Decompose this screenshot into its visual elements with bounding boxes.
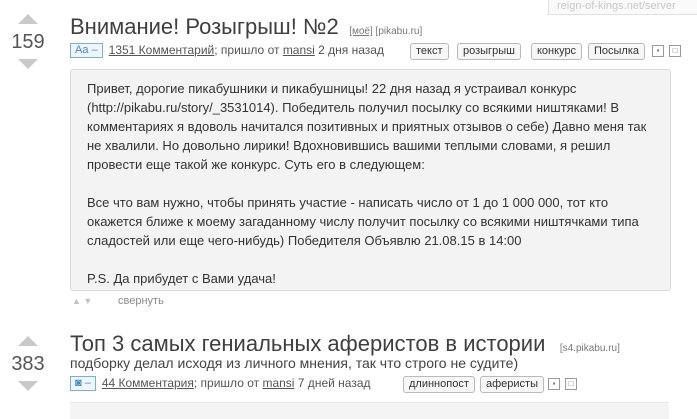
body-line xyxy=(87,174,670,193)
posted-time: 7 дней назад xyxy=(294,376,371,390)
image-post-type-icon: ◙ – xyxy=(70,376,96,391)
save-icon[interactable]: ▪ xyxy=(548,378,560,390)
body-line: окажется ближе к моему загаданному числу… xyxy=(87,214,639,229)
tag-link[interactable]: Посылка xyxy=(588,43,646,60)
posted-prefix: ; пришло от xyxy=(193,376,263,390)
post-content-box xyxy=(70,402,669,419)
tag-link[interactable]: конкурс xyxy=(531,43,583,60)
save-icon[interactable]: ▪ xyxy=(652,45,664,57)
source-domain: [pikabu.ru] xyxy=(375,26,423,37)
body-line: не хвалили. Но довольно лирики! Вдохнови… xyxy=(87,138,611,153)
post-meta: ◙ – 44 Комментария; пришло от mansi 7 дне… xyxy=(70,376,630,393)
corner-ad-label[interactable]: reign-of-kings.net/server xyxy=(548,0,697,15)
body-line: (http://pikabu.ru/story/_3531014). Побед… xyxy=(87,100,620,115)
expand-icon[interactable]: □ xyxy=(669,45,681,57)
post-subtitle: подборку делал исходя из личного мнения,… xyxy=(70,355,519,371)
post-title-row: Внимание! Розыгрыш! №2 [моё] [pikabu.ru] xyxy=(70,14,422,40)
vote-block: 383 xyxy=(0,336,56,391)
source-mine-link[interactable]: [моё] xyxy=(349,26,373,37)
author-link[interactable]: mansi xyxy=(283,43,315,57)
post-source: [моё] [pikabu.ru] xyxy=(349,26,422,37)
vote-block: 159 xyxy=(0,14,56,69)
posted-time: 2 дня назад xyxy=(314,43,384,57)
text-post-type-icon: Aa – xyxy=(70,43,103,58)
body-line xyxy=(87,250,670,269)
small-vote-arrows-icon[interactable]: ▲ ▼ xyxy=(72,296,92,306)
post-rating: 383 xyxy=(11,353,45,375)
downvote-arrow-icon[interactable] xyxy=(18,59,38,69)
post-title[interactable]: Внимание! Розыгрыш! №2 xyxy=(70,14,339,39)
body-line: комментариях я вдоволь начитался позитив… xyxy=(87,119,647,134)
comments-link[interactable]: 44 Комментария xyxy=(102,376,194,390)
post-rating: 159 xyxy=(11,31,45,53)
body-line: P.S. Да прибудет с Вами удача! xyxy=(87,271,276,286)
tag-link[interactable]: аферисты xyxy=(480,376,544,393)
tag-link[interactable]: длиннопост xyxy=(403,376,475,393)
comments-link[interactable]: 1351 Комментарий xyxy=(109,43,215,57)
downvote-arrow-icon[interactable] xyxy=(18,381,38,391)
body-line: Все что вам нужно, чтобы принять участие… xyxy=(87,195,609,210)
body-line: Привет, дорогие пикабушники и пикабушниц… xyxy=(87,81,577,96)
tag-link[interactable]: розыгрыш xyxy=(457,43,521,60)
post-meta: Aa – 1351 Комментарий; пришло от mansi 2 … xyxy=(70,43,690,60)
body-line: сладостей или еще чего-нибудь) Победител… xyxy=(87,233,522,248)
collapse-link[interactable]: свернуть xyxy=(118,295,164,307)
post-title-row: Топ 3 самых гениальных аферистов в истор… xyxy=(70,331,620,357)
post-title[interactable]: Топ 3 самых гениальных аферистов в истор… xyxy=(70,331,545,356)
upvote-arrow-icon[interactable] xyxy=(18,336,38,346)
tag-link[interactable]: текст xyxy=(410,43,449,60)
upvote-arrow-icon[interactable] xyxy=(18,14,38,24)
body-line: провести еще такой же конкурс. Суть его … xyxy=(87,157,425,172)
expand-icon[interactable]: □ xyxy=(565,378,577,390)
source-domain: [s4.pikabu.ru] xyxy=(559,343,620,354)
post-content-box: Привет, дорогие пикабушники и пикабушниц… xyxy=(70,69,671,291)
author-link[interactable]: mansi xyxy=(262,376,294,390)
post-body: Привет, дорогие пикабушники и пикабушниц… xyxy=(71,70,670,288)
posted-prefix: ; пришло от xyxy=(214,43,283,57)
